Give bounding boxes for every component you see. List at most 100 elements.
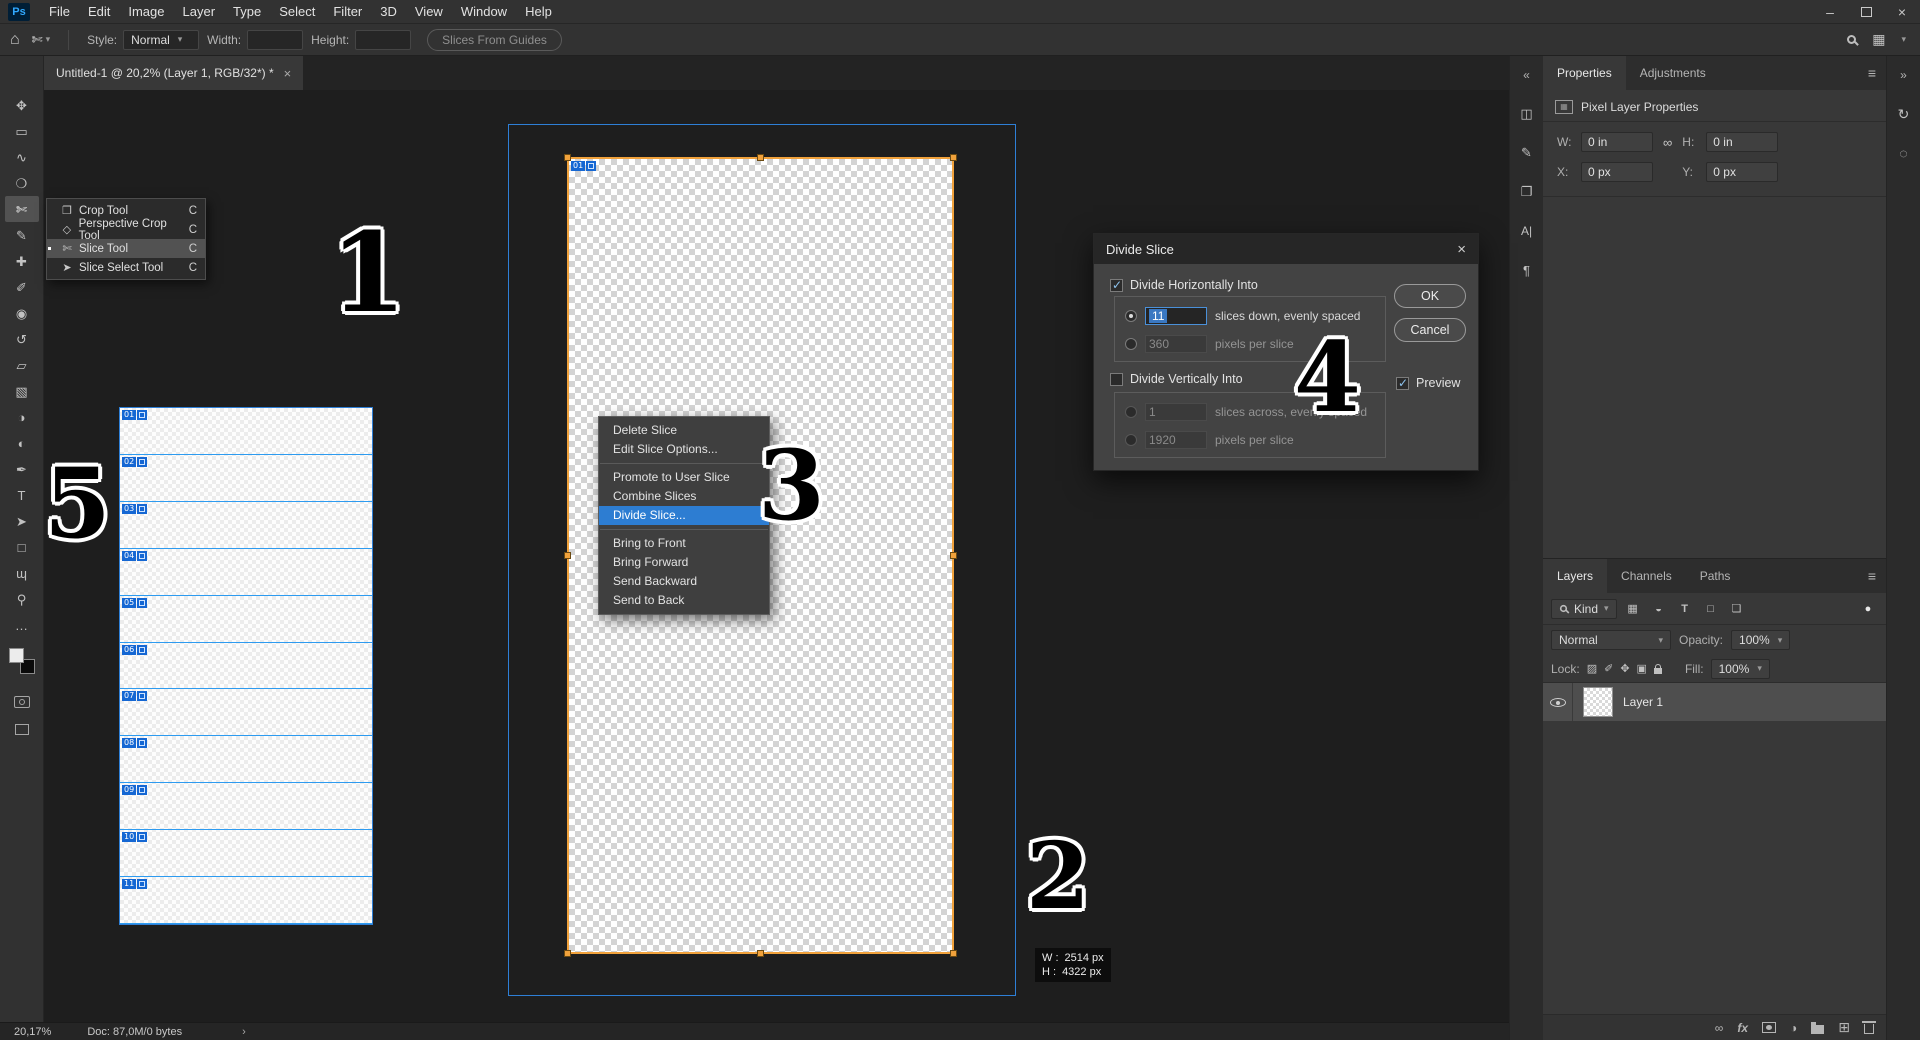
expand-panels-icon[interactable] [1514, 62, 1540, 88]
publish-icon[interactable] [1891, 140, 1917, 166]
layer-name[interactable]: Layer 1 [1623, 695, 1663, 709]
color-swatches[interactable] [8, 648, 35, 674]
rectangular-marquee-tool[interactable]: ▭ [5, 118, 39, 144]
preview-checkbox[interactable] [1396, 376, 1409, 390]
path-selection-tool[interactable]: ➤ [5, 508, 39, 534]
lock-artboard-icon[interactable] [1637, 662, 1647, 675]
lasso-tool[interactable]: ∿ [5, 144, 39, 170]
context-menu-item-divide-slice[interactable]: Divide Slice... [599, 506, 769, 525]
x-field[interactable]: 0 px [1581, 162, 1653, 182]
tab-close-icon[interactable]: × [284, 66, 292, 81]
context-menu-item-edit-slice-options[interactable]: Edit Slice Options... [599, 440, 769, 459]
hand-tool[interactable]: ɰ [5, 560, 39, 586]
panel-menu-icon[interactable] [1868, 568, 1886, 584]
kind-filter-select[interactable]: Kind [1551, 598, 1617, 619]
foreground-color-swatch[interactable] [8, 648, 24, 663]
filter-adjustment-layers-icon[interactable] [1649, 600, 1669, 618]
menu-item[interactable]: Layer [174, 0, 225, 23]
width-input[interactable] [247, 29, 304, 50]
history-brush-tool[interactable]: ↺ [5, 326, 39, 352]
menu-item[interactable]: View [406, 0, 452, 23]
ok-button[interactable]: OK [1394, 284, 1466, 308]
canvas-area[interactable]: 01 01 02 03 04 05 06 07 08 09 10 11 Dele… [44, 90, 1509, 1022]
paragraph-panel-icon[interactable] [1514, 257, 1540, 283]
minimize-button[interactable]: – [1812, 0, 1848, 23]
divide-horizontally-checkbox[interactable] [1110, 278, 1123, 292]
transform-handle[interactable] [950, 154, 957, 161]
current-tool-icon[interactable] [32, 32, 50, 48]
transform-handle[interactable] [950, 950, 957, 957]
link-layers-icon[interactable] [1715, 1021, 1724, 1035]
brushes-panel-icon[interactable] [1514, 140, 1540, 166]
status-expand-icon[interactable]: › [242, 1026, 246, 1038]
menu-item[interactable]: File [40, 0, 79, 23]
filter-pixel-layers-icon[interactable] [1623, 600, 1643, 618]
flyout-item-slice-tool[interactable]: ✄ Slice Tool C [47, 239, 205, 258]
pixels-per-slice-input[interactable]: 360 [1145, 335, 1207, 353]
filter-shape-layers-icon[interactable] [1701, 600, 1721, 618]
context-menu-item-promote-to-user-slice[interactable]: Promote to User Slice [599, 468, 769, 487]
brush-tool[interactable]: ✐ [5, 274, 39, 300]
document-size-info[interactable]: Doc: 87,0M/0 bytes [87, 1026, 182, 1038]
flyout-item-perspective-crop-tool[interactable]: ◇ Perspective Crop Tool C [47, 218, 205, 242]
new-group-icon[interactable] [1811, 1021, 1825, 1034]
tab-channels[interactable]: Channels [1607, 559, 1686, 593]
chevron-down-icon[interactable] [1901, 34, 1906, 45]
layer-style-icon[interactable]: fx [1737, 1021, 1748, 1035]
spot-healing-brush-tool[interactable]: ✚ [5, 248, 39, 274]
pen-tool[interactable]: ✒ [5, 456, 39, 482]
menu-item[interactable]: 3D [371, 0, 406, 23]
lock-paint-icon[interactable] [1604, 662, 1613, 675]
dialog-close-icon[interactable]: × [1457, 241, 1466, 258]
divide-vertically-checkbox[interactable] [1110, 372, 1123, 386]
eyedropper-tool[interactable]: ✎ [5, 222, 39, 248]
clone-stamp-tool[interactable]: ◉ [5, 300, 39, 326]
link-dimensions-icon[interactable] [1663, 135, 1672, 150]
workspace-icon[interactable] [1872, 31, 1885, 48]
slice-tool[interactable]: ✄ [4, 196, 39, 222]
transform-handle[interactable] [564, 154, 571, 161]
tab-layers[interactable]: Layers [1543, 559, 1608, 593]
document-tab[interactable]: Untitled-1 @ 20,2% (Layer 1, RGB/32*) * … [44, 56, 304, 90]
filter-toggle-icon[interactable] [1858, 600, 1878, 618]
screen-mode-button[interactable] [14, 724, 29, 735]
zoom-level-field[interactable]: 20,17% [14, 1026, 51, 1038]
lock-transparency-icon[interactable] [1587, 662, 1597, 675]
type-tool[interactable]: T [5, 482, 39, 508]
menu-item[interactable]: Image [119, 0, 173, 23]
dialog-title-bar[interactable]: Divide Slice × [1094, 234, 1478, 264]
context-menu-item-send-to-back[interactable]: Send to Back [599, 591, 769, 610]
transform-handle[interactable] [756, 950, 764, 957]
properties-panel-icon[interactable] [1514, 101, 1540, 127]
blur-tool[interactable]: ◑ [5, 404, 39, 430]
y-field[interactable]: 0 px [1706, 162, 1779, 182]
menu-item[interactable]: Filter [324, 0, 371, 23]
quick-selection-tool[interactable]: ❍ [5, 170, 39, 196]
tab-paths[interactable]: Paths [1686, 559, 1745, 593]
visibility-cell[interactable] [1543, 683, 1573, 721]
flyout-item-slice-select-tool[interactable]: ➤ Slice Select Tool C [47, 258, 205, 277]
menu-item[interactable]: Window [452, 0, 516, 23]
opacity-select[interactable]: 100% [1731, 630, 1791, 650]
layer-thumbnail[interactable] [1583, 687, 1613, 717]
filter-type-layers-icon[interactable] [1675, 600, 1695, 618]
pixels-per-slice-radio[interactable] [1125, 338, 1137, 350]
lock-position-icon[interactable] [1620, 662, 1629, 675]
lock-all-icon[interactable] [1653, 663, 1662, 674]
context-menu-item-send-backward[interactable]: Send Backward [599, 572, 769, 591]
search-icon[interactable] [1847, 35, 1857, 44]
divide-horizontally-label[interactable]: Divide Horizontally Into [1130, 278, 1258, 292]
transform-handle[interactable] [564, 950, 571, 957]
zoom-tool[interactable]: ⚲ [5, 586, 39, 612]
filter-smart-objects-icon[interactable] [1727, 600, 1747, 618]
edit-toolbar[interactable]: … [5, 612, 39, 638]
slices-across-radio[interactable] [1125, 406, 1137, 418]
eraser-tool[interactable]: ▱ [5, 352, 39, 378]
tab-properties[interactable]: Properties [1543, 56, 1626, 90]
context-menu-item-delete-slice[interactable]: Delete Slice [599, 421, 769, 440]
v-pixels-per-slice-input[interactable]: 1920 [1145, 431, 1207, 449]
context-menu-item-bring-to-front[interactable]: Bring to Front [599, 534, 769, 553]
w-field[interactable]: 0 in [1581, 132, 1653, 152]
menu-item[interactable]: Help [516, 0, 561, 23]
transform-handle[interactable] [756, 154, 764, 161]
